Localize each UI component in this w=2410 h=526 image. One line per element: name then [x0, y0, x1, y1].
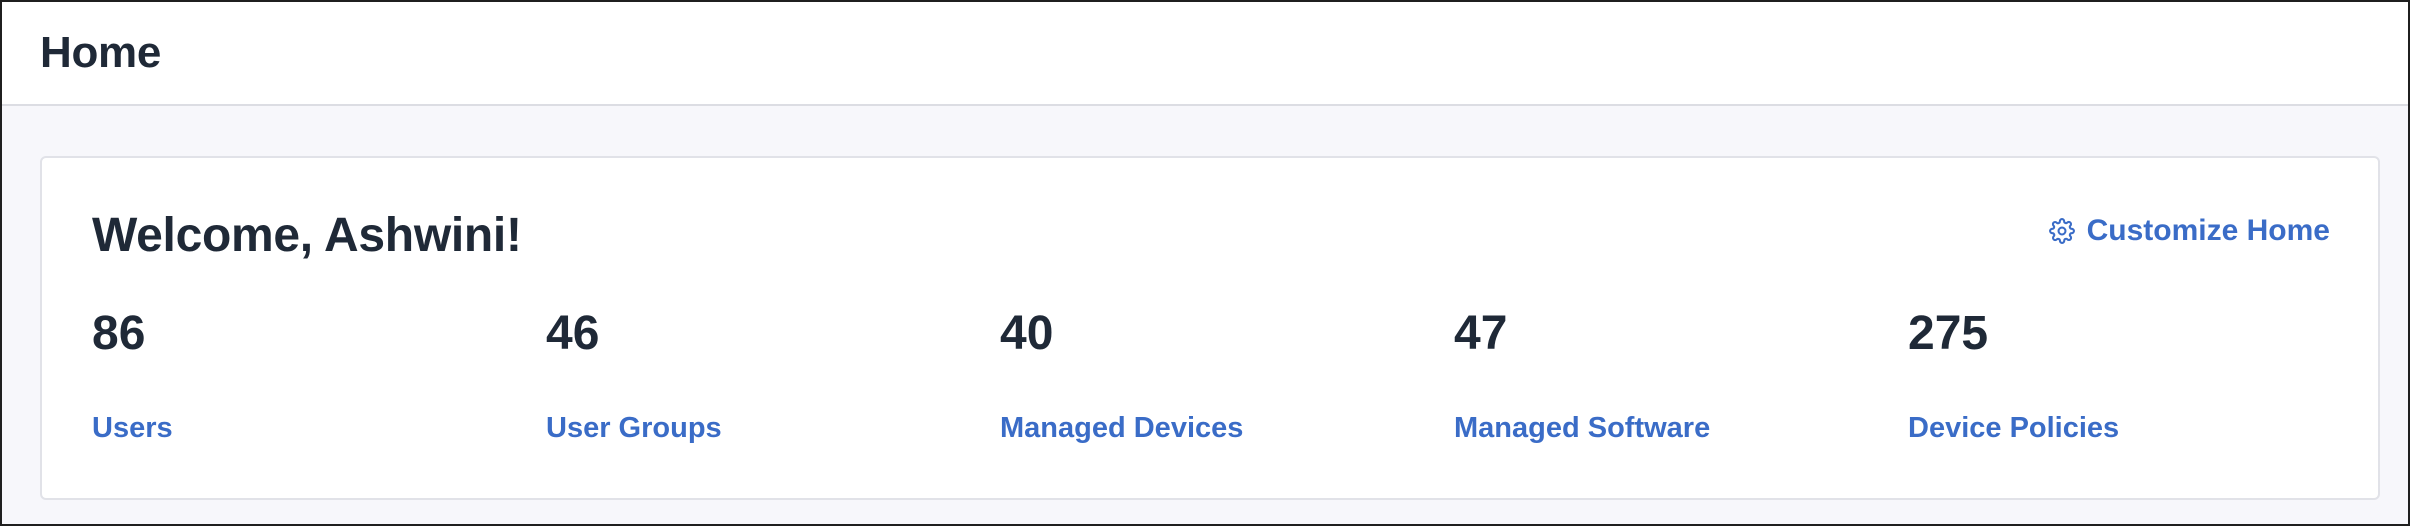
device-policies-link[interactable]: Device Policies: [1908, 412, 2119, 445]
stat-managed-devices: 40 Managed Devices: [1000, 306, 1420, 444]
stat-users: 86 Users: [92, 306, 512, 444]
stat-value: 86: [92, 307, 146, 360]
customize-home-link[interactable]: Customize Home: [2048, 214, 2330, 248]
page-header: Home: [2, 2, 2408, 106]
stat-user-groups: 46 User Groups: [546, 306, 966, 444]
customize-home-label: Customize Home: [2086, 214, 2330, 247]
page-title: Home: [40, 28, 162, 77]
stat-value: 46: [546, 307, 600, 360]
gear-icon: [2048, 218, 2075, 244]
welcome-card: Welcome, Ashwini! Customize Home 86 User…: [40, 156, 2380, 500]
managed-devices-link[interactable]: Managed Devices: [1000, 412, 1243, 445]
stat-device-policies: 275 Device Policies: [1908, 306, 2328, 444]
stat-value: 40: [1000, 307, 1054, 360]
users-link[interactable]: Users: [92, 412, 173, 445]
welcome-heading: Welcome, Ashwini!: [92, 209, 522, 262]
stat-value: 47: [1454, 307, 1508, 360]
stat-value: 275: [1908, 307, 1989, 360]
managed-software-link[interactable]: Managed Software: [1454, 412, 1710, 445]
user-groups-link[interactable]: User Groups: [546, 412, 722, 445]
stats-row: 86 Users 46 User Groups 40 Managed Devic…: [92, 306, 2332, 456]
stat-managed-software: 47 Managed Software: [1454, 306, 1874, 444]
